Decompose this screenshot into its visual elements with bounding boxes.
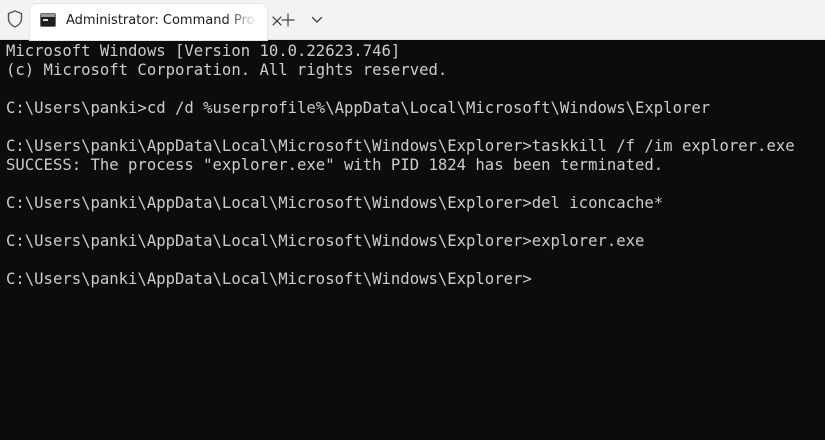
tab-command-prompt[interactable]: Administrator: Command Prompt [30,4,282,40]
console-line: Microsoft Windows [Version 10.0.22623.74… [6,42,401,60]
console-output[interactable]: Microsoft Windows [Version 10.0.22623.74… [6,42,821,436]
console-line: C:\Users\panki\AppData\Local\Microsoft\W… [6,270,532,288]
tab-title-fade [225,10,257,32]
cmd-terminal-icon [40,13,56,27]
chevron-down-icon [311,16,323,23]
terminal-window: Administrator: Command Prompt Microsoft … [0,0,825,440]
console-line: SUCCESS: The process "explorer.exe" with… [6,156,664,174]
tab-bar: Administrator: Command Prompt [0,0,825,40]
console-line: C:\Users\panki\AppData\Local\Microsoft\W… [6,194,664,212]
shield-icon [4,8,26,30]
console-line: C:\Users\panki\AppData\Local\Microsoft\W… [6,232,645,250]
console-line: C:\Users\panki>cd /d %userprofile%\AppDa… [6,99,711,117]
console-line: (c) Microsoft Corporation. All rights re… [6,61,448,79]
plus-icon [281,13,295,27]
console-line: C:\Users\panki\AppData\Local\Microsoft\W… [6,137,795,155]
tab-dropdown-button[interactable] [306,9,328,31]
new-tab-button[interactable] [277,9,299,31]
